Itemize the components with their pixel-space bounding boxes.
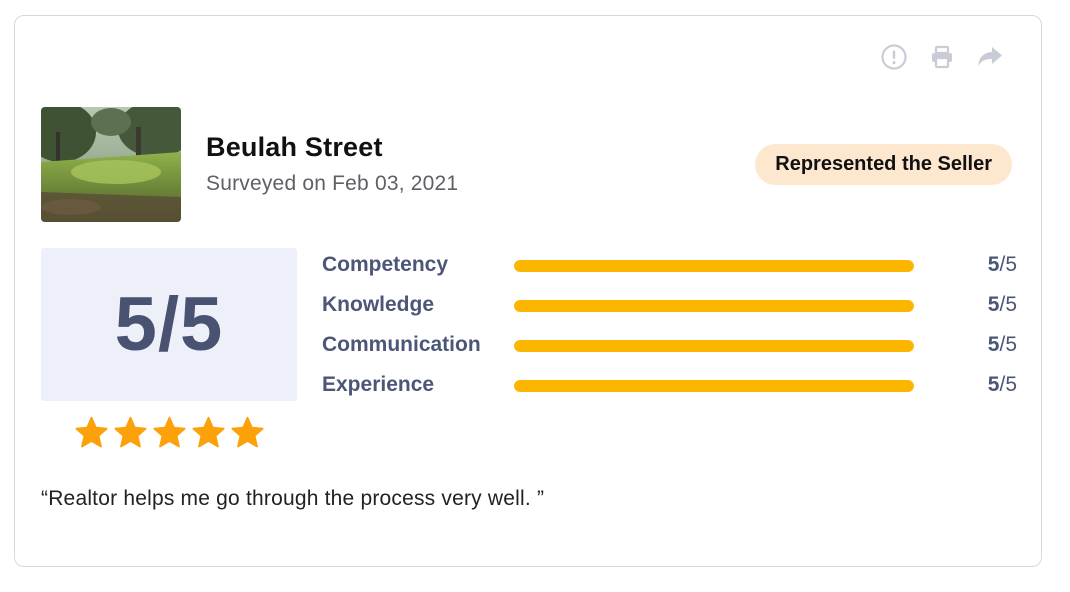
rating-bar-fill [514,340,914,352]
rating-label: Communication [322,333,481,356]
star-rating [73,415,266,451]
rating-score: 5/5 [987,293,1017,316]
star-icon [114,416,147,448]
rating-bar [514,300,914,312]
printer-icon [932,45,952,69]
rating-label: Knowledge [322,293,435,316]
star-icon [231,416,264,448]
star-icon [153,416,186,448]
rating-row-competency: Competency 5/5 [322,250,1017,290]
rating-row-experience: Experience 5/5 [322,370,1017,410]
rating-bar-fill [514,260,914,272]
rating-row-knowledge: Knowledge 5/5 [322,290,1017,330]
rating-score: 5/5 [987,253,1017,276]
survey-date: Surveyed on Feb 03, 2021 [206,172,459,195]
rating-score: 5/5 [987,373,1017,396]
report-button[interactable] [881,44,907,70]
rating-bar-fill [514,380,914,392]
rating-label: Competency [322,253,449,276]
rating-label: Experience [322,373,435,396]
alert-circle-icon [881,44,907,70]
rating-row-communication: Communication 5/5 [322,330,1017,370]
share-forward-icon [978,47,1002,66]
share-button[interactable] [977,44,1003,70]
overall-score-box: 5/5 [41,248,297,401]
card-toolbar [881,44,1003,70]
overall-score: 5/5 [114,282,224,367]
property-title: Beulah Street [206,132,383,162]
review-card: Beulah Street Surveyed on Feb 03, 2021 R… [14,15,1042,567]
rating-bar-fill [514,300,914,312]
star-icon [75,416,108,448]
property-photo [41,107,181,222]
star-icon [192,416,225,448]
rating-breakdown: Competency 5/5 Knowledge 5/5 Communicati… [322,250,1017,410]
role-badge: Represented the Seller [755,144,1012,185]
print-button[interactable] [929,44,955,70]
rating-score: 5/5 [987,333,1017,356]
rating-bar [514,260,914,272]
rating-bar [514,340,914,352]
rating-bar [514,380,914,392]
review-quote: “Realtor helps me go through the process… [41,487,545,510]
